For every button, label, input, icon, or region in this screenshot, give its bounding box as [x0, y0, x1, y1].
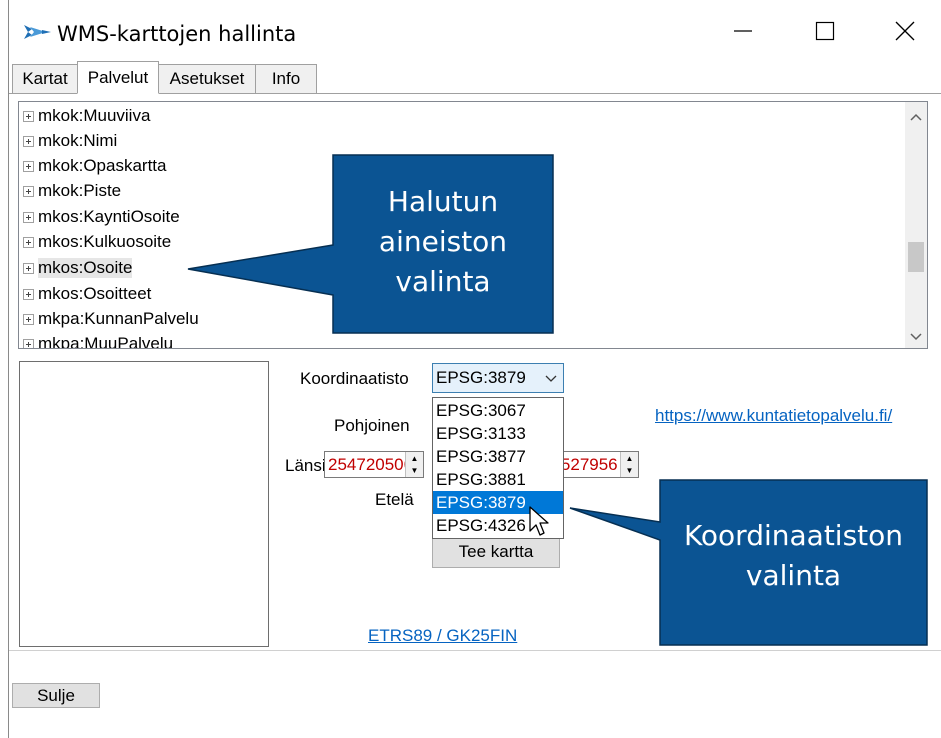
app-icon	[22, 21, 52, 43]
minimize-icon	[734, 30, 752, 32]
scroll-down-button[interactable]	[905, 326, 927, 348]
close-icon	[895, 21, 915, 41]
crs-callout: Koordinaatiston valinta	[683, 519, 904, 592]
west-label: Länsi	[285, 456, 326, 475]
crs-option[interactable]: EPSG:3133	[433, 422, 563, 445]
crs-option[interactable]: EPSG:3877	[433, 445, 563, 468]
tab-palvelut[interactable]: Palvelut	[77, 61, 159, 94]
expand-icon[interactable]	[23, 135, 34, 147]
tree-item[interactable]: mkos:KayntiOsoite	[23, 205, 180, 229]
maximize-icon	[815, 21, 835, 41]
tab-asetukset[interactable]: Asetukset	[158, 64, 256, 93]
crs-option[interactable]: EPSG:3881	[433, 468, 563, 491]
window-title: WMS-karttojen hallinta	[57, 22, 297, 46]
mouse-cursor-icon	[529, 506, 549, 536]
scroll-thumb[interactable]	[908, 242, 924, 272]
tree-item-selected[interactable]: mkos:Osoite	[23, 256, 133, 280]
spin-up-icon[interactable]: ▲	[621, 452, 638, 464]
expand-icon[interactable]	[23, 160, 34, 172]
tree-item[interactable]: mkok:Nimi	[23, 129, 117, 153]
chevron-up-icon	[910, 113, 922, 121]
make-map-button[interactable]: Tee kartta	[432, 536, 560, 568]
west-input[interactable]: 2547205062 ▲ ▼	[324, 451, 424, 478]
expand-icon[interactable]	[23, 313, 34, 325]
website-link[interactable]: https://www.kuntatietopalvelu.fi/	[655, 406, 892, 426]
crs-name-link[interactable]: ETRS89 / GK25FIN	[368, 626, 517, 646]
tab-info[interactable]: Info	[255, 64, 317, 93]
spin-down-icon[interactable]: ▼	[406, 464, 423, 476]
tree-item[interactable]: mkpa:KunnanPalvelu	[23, 307, 199, 331]
dataset-callout: Halutun aineiston valinta	[378, 185, 508, 298]
tree-scrollbar[interactable]	[905, 102, 927, 348]
chevron-down-icon	[910, 333, 922, 341]
expand-icon[interactable]	[23, 211, 34, 223]
crs-label: Koordinaatisto	[300, 369, 409, 388]
close-window-button[interactable]	[877, 6, 933, 56]
spin-up-icon[interactable]: ▲	[406, 452, 423, 464]
expand-icon[interactable]	[23, 185, 34, 197]
close-button[interactable]: Sulje	[12, 683, 100, 708]
tree-item[interactable]: mkpa:MuuPalvelu	[23, 332, 173, 348]
tree-item[interactable]: mkos:Kulkuosoite	[23, 230, 171, 254]
window-border	[8, 0, 9, 738]
west-spinner[interactable]: ▲ ▼	[405, 452, 423, 477]
tree-item[interactable]: mkok:Piste	[23, 179, 121, 203]
maximize-button[interactable]	[797, 6, 853, 56]
scroll-up-button[interactable]	[905, 106, 927, 128]
expand-icon[interactable]	[23, 236, 34, 248]
tab-kartat[interactable]: Kartat	[12, 64, 78, 93]
tree-item[interactable]: mkok:Opaskartta	[23, 154, 167, 178]
expand-icon[interactable]	[23, 338, 34, 348]
south-label: Etelä	[375, 490, 414, 509]
crs-select[interactable]: EPSG:3879	[432, 363, 564, 393]
separator	[9, 650, 941, 651]
expand-icon[interactable]	[23, 262, 34, 274]
expand-icon[interactable]	[23, 110, 34, 122]
crs-selected-value: EPSG:3879	[436, 368, 526, 387]
map-preview	[19, 361, 269, 647]
tree-item[interactable]: mkok:Muuviiva	[23, 104, 150, 128]
minimize-button[interactable]	[715, 6, 771, 56]
chevron-down-icon	[545, 369, 557, 390]
expand-icon[interactable]	[23, 288, 34, 300]
crs-option[interactable]: EPSG:3067	[433, 399, 563, 422]
north-label: Pohjoinen	[334, 416, 410, 435]
tree-item[interactable]: mkos:Osoitteet	[23, 282, 151, 306]
